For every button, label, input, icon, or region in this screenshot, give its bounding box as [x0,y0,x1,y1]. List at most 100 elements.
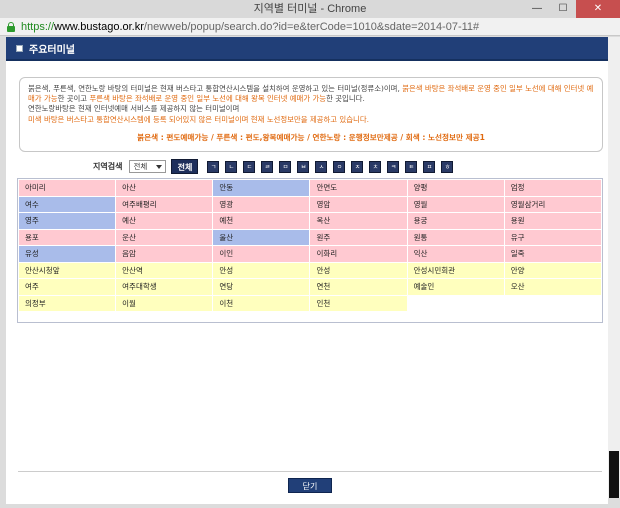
table-row: 아미리 아산 안동 안면도 양평 엄정 [17,179,603,197]
consonant-button[interactable]: ㅋ [387,160,400,173]
terminal-cell[interactable]: 안산역 [115,261,214,279]
terminal-cell[interactable]: 연천 [309,278,408,296]
table-row: 영주 예산 예천 옥산 용궁 용원 [17,212,603,230]
url-path: /newweb/popup/search.do?id=e&terCode=101… [143,20,480,33]
region-select[interactable]: 전체 [129,160,167,173]
consonant-button[interactable]: ㅇ [333,160,346,173]
terminal-cell[interactable]: 용원 [503,212,603,230]
maximize-icon[interactable]: ☐ [550,0,576,18]
consonant-button[interactable]: ㅊ [369,160,382,173]
terminal-cell[interactable]: 안성 [309,261,408,279]
terminal-grid: 아미리 아산 안동 안면도 양평 엄정 여수 여주배평리 영광 영암 영월 영월삼거리 영주 예산 예천 옥산… [17,179,603,312]
minimize-icon[interactable]: — [524,0,550,18]
notice-paragraph-1: 붉은색, 푸른색, 연한노랑 바탕의 터미널은 현재 버스타고 통합연산시스템을… [28,84,594,104]
square-bullet-icon [16,44,23,52]
terminal-cell[interactable]: 오산 [503,278,603,296]
consonant-button[interactable]: ㄹ [261,160,274,173]
terminal-cell[interactable]: 양평 [406,179,505,197]
terminal-cell[interactable]: 유성 [17,245,117,263]
consonant-button[interactable]: ㅈ [351,160,364,173]
page-title: 주요터미널 [29,44,75,56]
window-title-bar: 지역별 터미널 - Chrome — ☐ ✕ [0,0,620,18]
terminal-cell[interactable]: 옥산 [309,212,408,230]
terminal-cell[interactable]: 영주 [17,212,117,230]
terminal-cell[interactable]: 안성시민회관 [406,261,505,279]
consonant-button[interactable]: ㄱ [207,160,220,173]
terminal-cell[interactable]: 예천 [212,212,311,230]
terminal-cell[interactable]: 인천 [309,294,408,312]
table-row: 용포 운산 울산 원주 원통 유구 [17,228,603,246]
terminal-cell[interactable]: 안동 [212,179,311,197]
terminal-cell[interactable]: 안산시청앞 [17,261,117,279]
region-select-value: 전체 [133,162,148,171]
terminal-cell[interactable]: 안양 [503,261,603,279]
terminal-cell[interactable]: 예술인 [406,278,505,296]
terminal-cell[interactable]: 여주 [17,278,117,296]
terminal-cell[interactable]: 여주대학생 [115,278,214,296]
consonant-button[interactable]: ㅅ [315,160,328,173]
terminal-cell[interactable]: 영월삼거리 [503,195,603,213]
scrollbar[interactable] [608,37,620,508]
terminal-cell[interactable]: 이천 [212,294,311,312]
consonant-button[interactable]: ㅌ [405,160,418,173]
terminal-cell[interactable]: 이화리 [309,245,408,263]
terminal-cell[interactable]: 여주배평리 [115,195,214,213]
notice-paragraph-2: 연한노랑바탕은 현재 인터넷예매 서비스를 제공하지 않는 터미널이며 [28,104,240,114]
terminal-cell[interactable]: 음암 [115,245,214,263]
notice-text: 한 곳입니다. [326,94,365,104]
terminal-cell[interactable]: 일죽 [503,245,603,263]
terminal-cell[interactable]: 엄정 [503,179,603,197]
notice-highlight: 푸른색 바탕은 좌석배로 운영 중인 일부 노선에 대해 왕복 인터넷 예매가 … [89,94,327,104]
terminal-cell[interactable]: 안성 [212,261,311,279]
close-icon[interactable]: ✕ [576,0,620,18]
table-row: 여수 여주배평리 영광 영암 영월 영월삼거리 [17,195,603,213]
color-legend: 붉은색 : 편도예매가능 / 푸른색 : 편도,왕복예매가능 / 연한노랑 : … [137,132,485,142]
terminal-cell[interactable]: 익산 [406,245,505,263]
terminal-cell[interactable]: 유구 [503,228,603,246]
region-filter: 지역검색 전체 전체 ㄱㄴㄷㄹㅁㅂㅅㅇㅈㅊㅋㅌㅍㅎ [93,159,459,174]
terminal-cell[interactable]: 영광 [212,195,311,213]
table-row: 유성 음암 이인 이화리 익산 일죽 [17,245,603,263]
terminal-cell[interactable]: 울산 [212,228,311,246]
consonant-button[interactable]: ㄷ [243,160,256,173]
page-header: 주요터미널 [6,37,613,61]
notice-box: 붉은색, 푸른색, 연한노랑 바탕의 터미널은 현재 버스타고 통합연산시스템을… [19,77,603,152]
terminal-cell[interactable]: 이월 [115,294,214,312]
footer-divider [18,471,602,472]
terminal-cell[interactable]: 영암 [309,195,408,213]
terminal-cell[interactable]: 이인 [212,245,311,263]
consonant-button[interactable]: ㅎ [441,160,454,173]
terminal-cell[interactable]: 영월 [406,195,505,213]
url-host: www.bustago.or.kr [54,20,144,33]
terminal-cell[interactable]: 원통 [406,228,505,246]
empty-cell [503,294,603,312]
consonant-button[interactable]: ㅍ [423,160,436,173]
terminal-cell[interactable]: 예산 [115,212,214,230]
close-button[interactable]: 닫기 [288,478,332,493]
consonant-button[interactable]: ㄴ [225,160,238,173]
consonant-buttons: ㄱㄴㄷㄹㅁㅂㅅㅇㅈㅊㅋㅌㅍㅎ [207,160,459,173]
terminal-cell[interactable]: 아미리 [17,179,117,197]
terminal-cell[interactable]: 아산 [115,179,214,197]
terminal-cell[interactable]: 연당 [212,278,311,296]
url-text[interactable]: https://www.bustago.or.kr/newweb/popup/s… [21,21,479,33]
notice-text: 붉은색, 푸른색, 연한노랑 바탕의 터미널은 현재 버스타고 통합연산시스템을… [28,84,403,93]
terminal-cell[interactable]: 원주 [309,228,408,246]
url-scheme: https:// [21,20,55,33]
terminal-cell[interactable]: 운산 [115,228,214,246]
notice-paragraph-3: 미색 바탕은 버스타고 통합연산시스템에 등록 되어있지 않은 터미널이며 현재… [28,114,369,124]
terminal-cell[interactable]: 의정부 [17,294,117,312]
terminal-cell[interactable]: 용포 [17,228,117,246]
notice-text: 한 곳이고 [57,94,90,104]
window-title: 지역별 터미널 - Chrome [253,3,367,15]
all-button[interactable]: 전체 [171,159,199,174]
terminal-cell[interactable]: 안면도 [309,179,408,197]
scroll-down-icon[interactable] [608,498,620,508]
terminal-cell[interactable]: 여수 [17,195,117,213]
filter-label: 지역검색 [93,162,123,171]
consonant-button[interactable]: ㅁ [279,160,292,173]
address-bar[interactable]: https://www.bustago.or.kr/newweb/popup/s… [0,18,620,36]
terminal-cell[interactable]: 용궁 [406,212,505,230]
chevron-down-icon [156,165,163,169]
consonant-button[interactable]: ㅂ [297,160,310,173]
